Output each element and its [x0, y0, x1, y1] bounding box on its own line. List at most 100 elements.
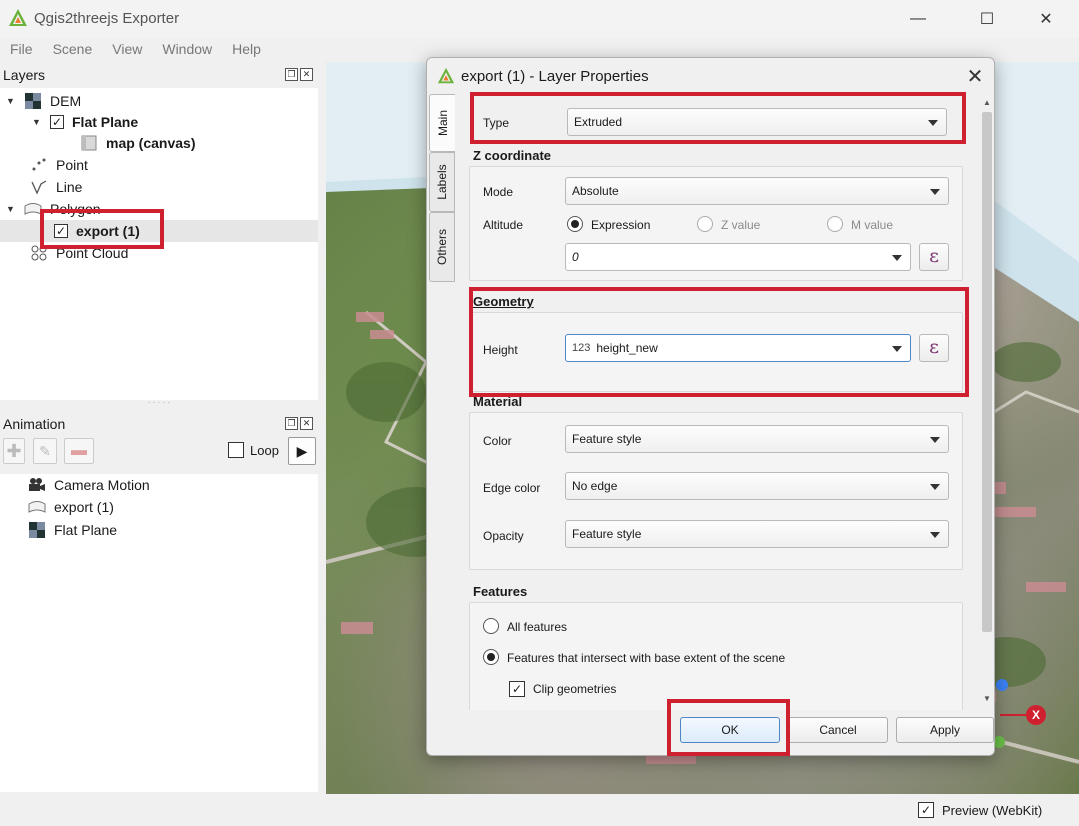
close-dock-icon[interactable]: ✕ [300, 68, 313, 81]
m-value-radio[interactable] [827, 216, 843, 232]
chevron-down-icon [930, 189, 940, 195]
preview-label: Preview (WebKit) [942, 803, 1043, 818]
scroll-up-icon[interactable]: ▲ [983, 98, 991, 107]
status-bar: ✓ Preview (WebKit) [0, 796, 1079, 826]
altitude-expression-button[interactable]: ε [919, 243, 949, 271]
height-label: Height [483, 343, 518, 357]
tab-label: Others [435, 228, 449, 266]
anim-camera-motion[interactable]: Camera Motion [28, 474, 150, 496]
z-value-radio[interactable] [697, 216, 713, 232]
mode-combo[interactable]: Absolute [565, 177, 949, 205]
checkbox[interactable]: ✓ [54, 224, 68, 238]
polygon-icon [24, 201, 42, 217]
altitude-label: Altitude [483, 218, 524, 232]
opacity-value: Feature style [572, 527, 642, 541]
layer-map-canvas[interactable]: map (canvas) [80, 132, 195, 154]
polygon-icon [28, 499, 46, 515]
qgis-logo-icon [437, 67, 455, 84]
altitude-expression-input[interactable]: 0 [565, 243, 911, 271]
tab-label: Labels [435, 164, 449, 200]
z-value-radio-label: Z value [721, 218, 761, 232]
plus-icon: ✚ [6, 441, 22, 461]
chevron-down-icon [930, 484, 940, 490]
intersect-features-radio[interactable] [483, 649, 499, 665]
vertical-tabs: Main Labels Others [429, 94, 455, 724]
dialog-close-button[interactable]: ✕ [962, 64, 988, 88]
height-combo[interactable]: 123 height_new [565, 334, 911, 362]
layer-label: Polygon [50, 201, 101, 217]
color-combo[interactable]: Feature style [565, 425, 949, 453]
float-icon[interactable]: ❐ [285, 68, 298, 81]
scroll-down-icon[interactable]: ▼ [983, 694, 991, 703]
scrollbar-thumb[interactable] [982, 112, 992, 632]
dock-splitter[interactable]: · · · · · [0, 399, 318, 408]
color-value: Feature style [572, 432, 642, 446]
chevron-down-icon [930, 437, 940, 443]
maximize-button[interactable]: ☐ [964, 0, 1010, 38]
epsilon-icon: ε [929, 336, 939, 358]
height-value: height_new [596, 341, 658, 355]
opacity-combo[interactable]: Feature style [565, 520, 949, 548]
cancel-button[interactable]: Cancel [788, 717, 888, 743]
expand-arrow-icon[interactable]: ▼ [32, 117, 42, 127]
anim-item-label: Flat Plane [54, 522, 118, 538]
tab-main[interactable]: Main [429, 94, 455, 152]
menu-file[interactable]: File [0, 38, 43, 60]
edit-keyframe-button[interactable]: ✎ [33, 438, 57, 464]
menu-window[interactable]: Window [152, 38, 222, 60]
menu-view[interactable]: View [102, 38, 152, 60]
mode-value: Absolute [572, 184, 619, 198]
type-label: Type [483, 116, 510, 130]
apply-label: Apply [929, 723, 961, 737]
play-button[interactable]: ▶ [288, 437, 316, 465]
tab-labels[interactable]: Labels [429, 152, 455, 212]
layer-point-cloud[interactable]: Point Cloud [30, 242, 128, 264]
layer-dem[interactable]: ▼ DEM [6, 90, 81, 112]
dem-icon [24, 93, 42, 109]
point-icon [30, 157, 48, 173]
preview-checkbox[interactable]: ✓ [918, 802, 934, 818]
menu-help[interactable]: Help [222, 38, 271, 60]
camera-icon [28, 477, 46, 493]
close-window-button[interactable]: ✕ [1023, 0, 1069, 38]
layer-line[interactable]: Line [30, 176, 82, 198]
content-scrollbar[interactable]: ▲ ▼ [980, 94, 994, 710]
epsilon-icon: ε [929, 245, 939, 267]
layer-flat-plane[interactable]: ▼ ✓ Flat Plane [32, 111, 138, 133]
expand-arrow-icon[interactable]: ▼ [6, 96, 16, 106]
clip-geometries-checkbox[interactable]: ✓ [509, 681, 525, 697]
all-features-radio[interactable] [483, 618, 499, 634]
layer-polygon[interactable]: ▼ Polygon [6, 198, 101, 220]
layer-label: export (1) [76, 223, 140, 239]
edge-color-combo[interactable]: No edge [565, 472, 949, 500]
z-coordinate-title: Z coordinate [473, 148, 552, 163]
add-keyframe-button[interactable]: ✚ [3, 438, 25, 464]
height-expression-button[interactable]: ε [919, 334, 949, 362]
apply-button[interactable]: Apply [896, 717, 994, 743]
close-dock-icon[interactable]: ✕ [300, 417, 313, 430]
anim-flat-plane[interactable]: Flat Plane [28, 519, 117, 541]
type-combo[interactable]: Extruded [567, 108, 947, 136]
float-icon[interactable]: ❐ [285, 417, 298, 430]
ok-button[interactable]: OK [680, 717, 780, 743]
loop-checkbox[interactable] [228, 442, 244, 458]
play-icon: ▶ [296, 443, 308, 459]
tab-others[interactable]: Others [429, 212, 455, 282]
layer-export-1[interactable]: ✓ export (1) [0, 220, 318, 242]
remove-keyframe-button[interactable]: ▬ [64, 438, 94, 464]
mode-label: Mode [483, 185, 514, 199]
layer-point[interactable]: Point [30, 154, 88, 176]
menu-scene[interactable]: Scene [43, 38, 103, 60]
point-cloud-icon [30, 245, 48, 261]
checkbox[interactable]: ✓ [50, 115, 64, 129]
expand-arrow-icon[interactable]: ▼ [6, 204, 16, 214]
layer-label: Flat Plane [72, 114, 139, 130]
clip-geometries-label: Clip geometries [533, 682, 617, 696]
anim-export-1[interactable]: export (1) [28, 496, 114, 518]
maximize-icon: ☐ [979, 11, 995, 28]
minimize-button[interactable]: — [895, 0, 941, 38]
cancel-label: Cancel [819, 723, 857, 737]
type-value: Extruded [574, 115, 623, 129]
vertical-splitter[interactable] [318, 62, 326, 794]
expression-radio[interactable] [567, 216, 583, 232]
